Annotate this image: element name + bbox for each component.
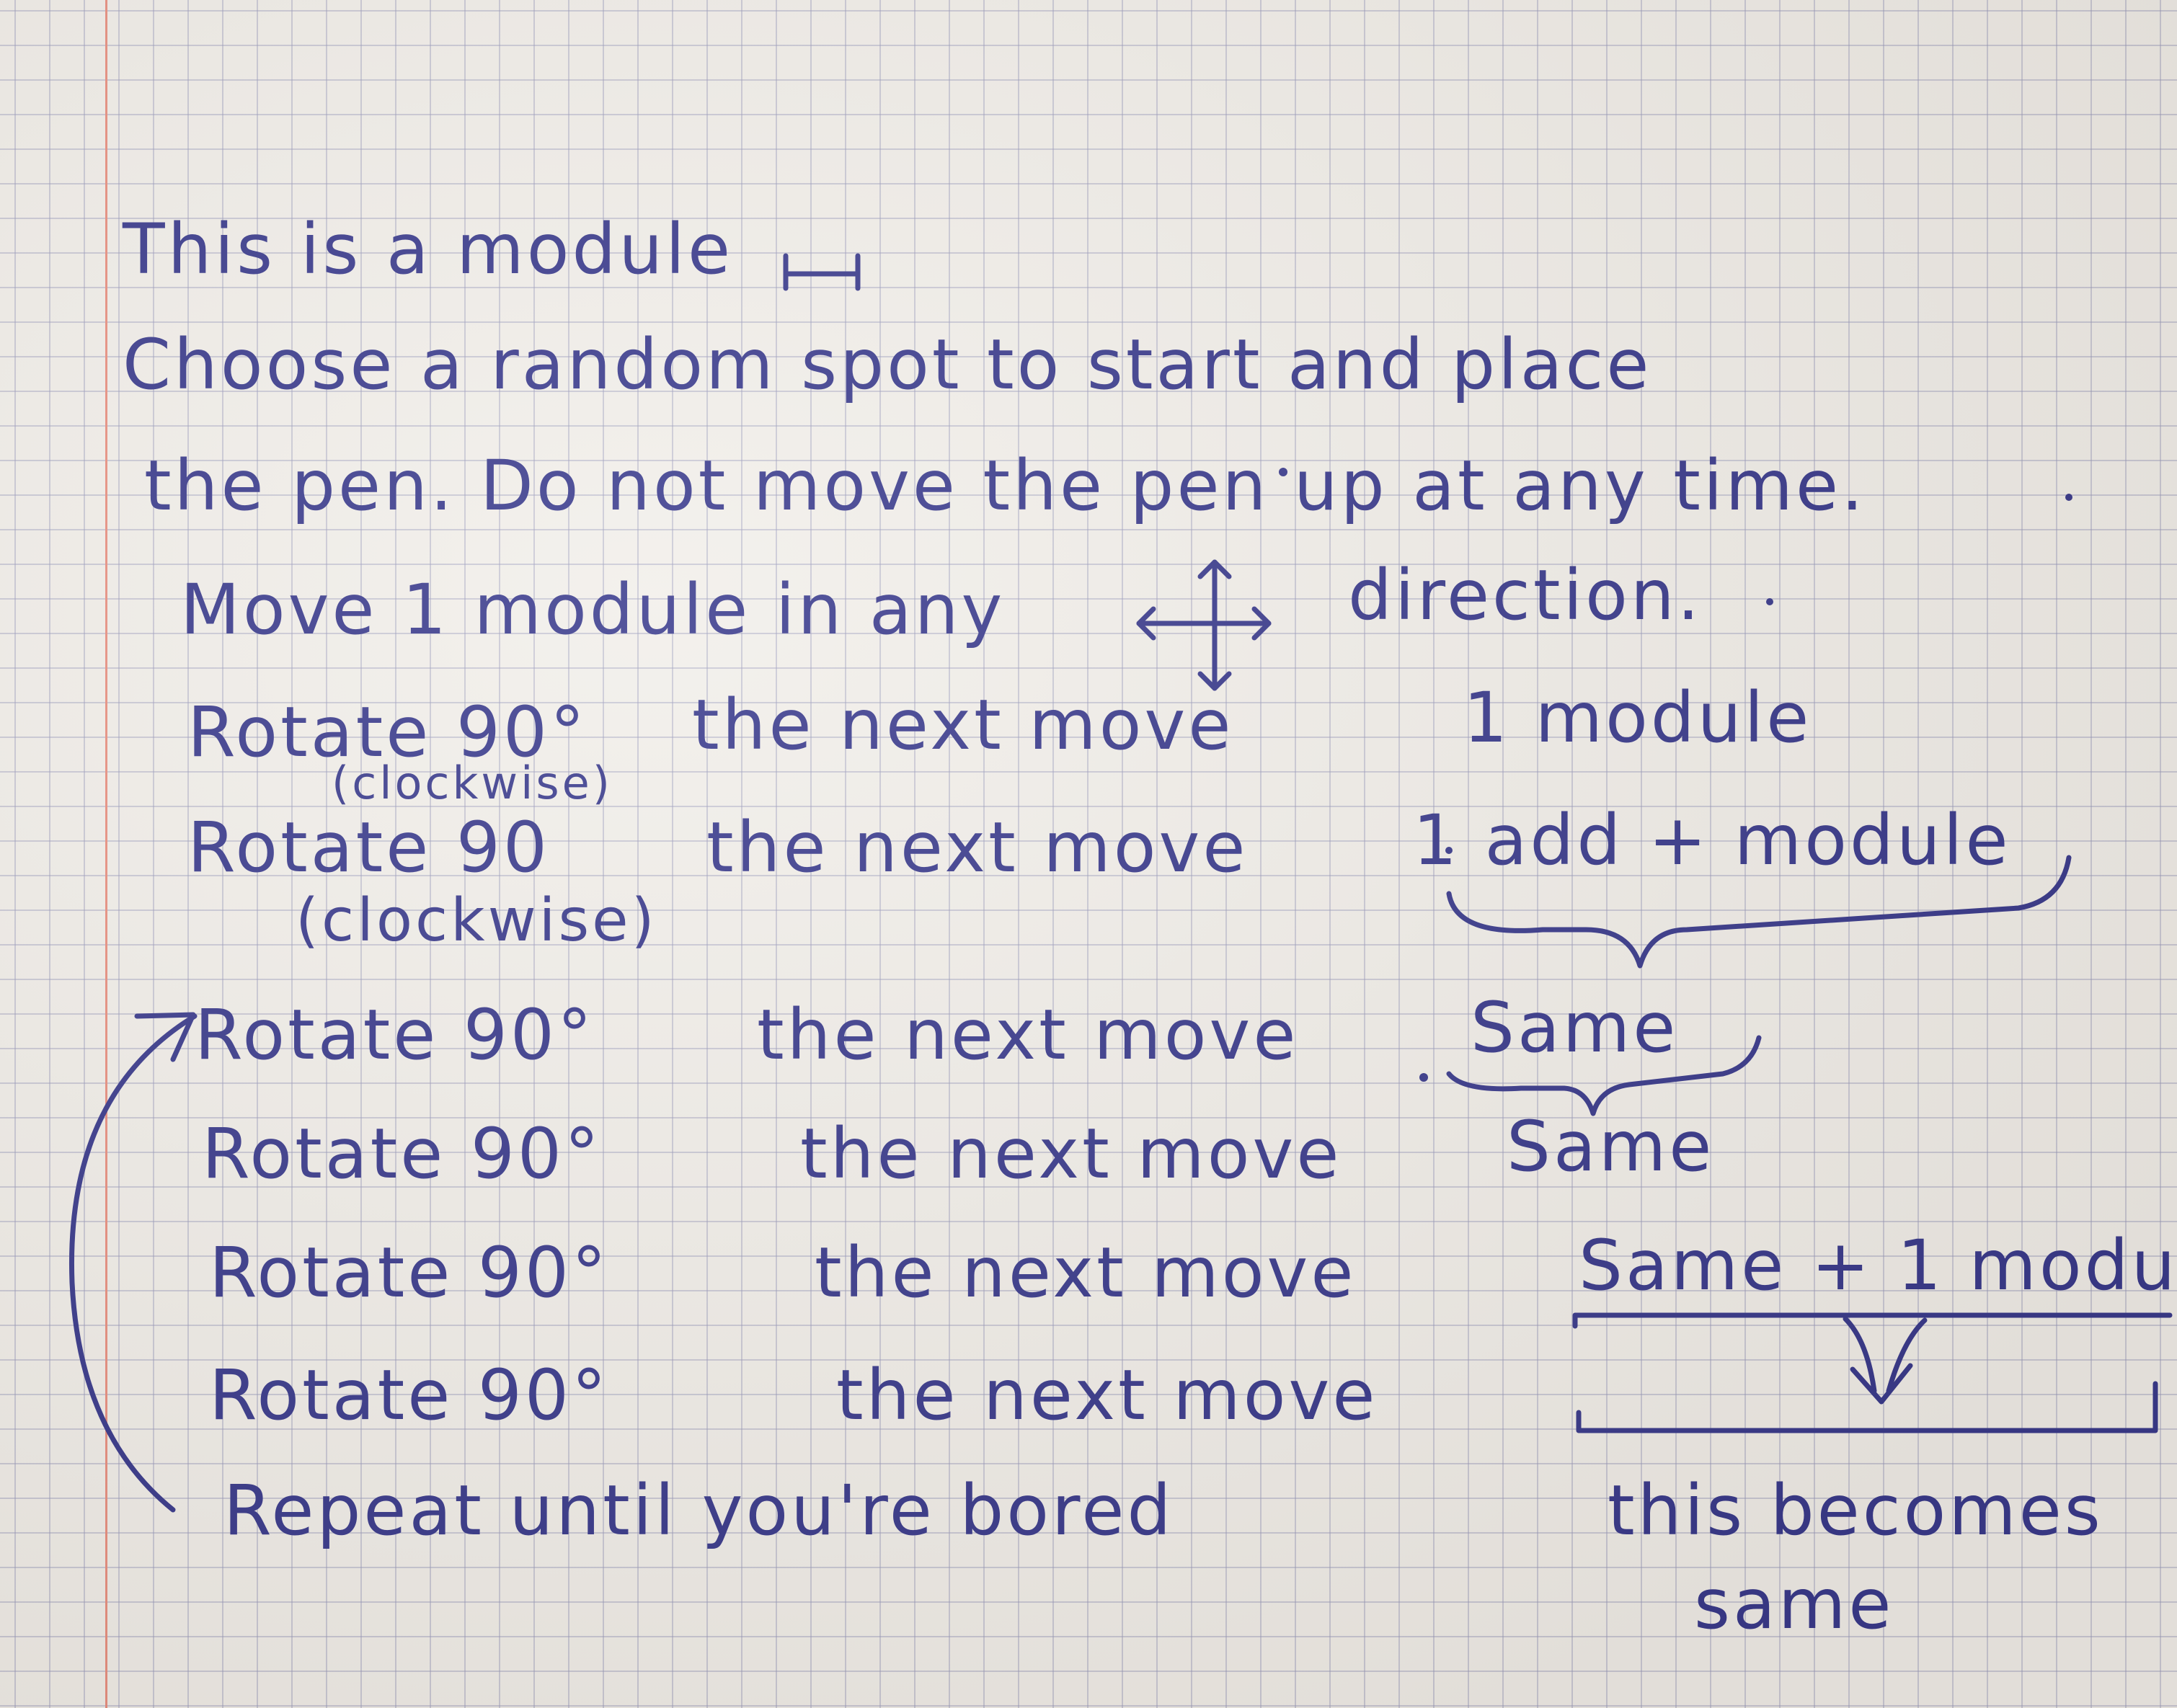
note-next-move-5: the next move: [815, 1232, 1357, 1313]
repeat-loop-arrow-icon: [68, 1012, 198, 1513]
note-repeat: Repeat until you're bored: [223, 1470, 1174, 1551]
note-next-move-4: the next move: [800, 1113, 1342, 1194]
note-next-move-2: the next move: [706, 807, 1249, 888]
note-next-move-1: the next move: [692, 685, 1234, 765]
note-next-move-6: the next move: [836, 1355, 1378, 1436]
note-rotate-4: Rotate 90°: [202, 1113, 602, 1194]
note-rotate-2: Rotate 90: [187, 807, 550, 888]
note-amount-5: Same + 1 module: [1579, 1225, 2177, 1306]
note-rotate-3: Rotate 90°: [195, 995, 595, 1075]
note-line-direction: direction.: [1348, 555, 1703, 636]
note-next-move-3: the next move: [757, 995, 1299, 1075]
note-line-choose-spot: Choose a random spot to start and place: [123, 324, 1652, 405]
note-line-move-1: Move 1 module in any: [180, 569, 1006, 650]
margin-line: [105, 0, 107, 1708]
note-rotate-5: Rotate 90°: [209, 1232, 609, 1313]
note-amount-2: 1 add + module: [1413, 800, 2011, 881]
four-way-arrow-icon: [1136, 559, 1272, 691]
note-line-module: This is a module: [123, 209, 733, 290]
side-note-becomes: this becomes: [1608, 1470, 2103, 1551]
module-symbol-icon: [783, 253, 861, 291]
note-clockwise-1: (clockwise): [332, 757, 613, 809]
note-line-pen: the pen. Do not move the pen up at any t…: [144, 445, 1866, 526]
notebook-page: This is a module Choose a random spot to…: [0, 0, 2177, 1708]
note-rotate-6: Rotate 90°: [209, 1355, 609, 1436]
note-clockwise-2: (clockwise): [296, 886, 657, 955]
bracket-line-icon: [1576, 1381, 2158, 1433]
side-note-same: same: [1694, 1564, 1894, 1645]
brace-3-icon: [1572, 1312, 2173, 1405]
note-amount-3: Same: [1471, 987, 1679, 1068]
note-amount-1: 1 module: [1463, 677, 1812, 758]
note-amount-4: Same: [1507, 1106, 1715, 1187]
